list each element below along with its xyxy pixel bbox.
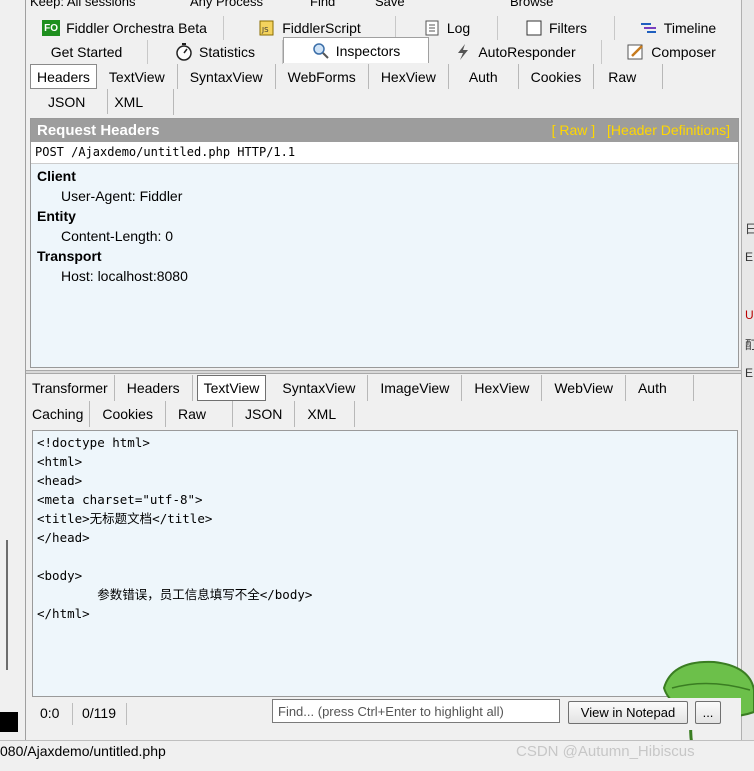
view-in-notepad-button[interactable]: View in Notepad bbox=[568, 701, 688, 724]
req-tab-json[interactable]: JSON bbox=[26, 89, 109, 114]
request-headers-panel: Request Headers [ Raw ] [Header Definiti… bbox=[30, 118, 739, 368]
tab-inspectors[interactable]: Inspectors bbox=[283, 37, 429, 63]
req-tab-webforms[interactable]: WebForms bbox=[276, 64, 369, 89]
browse-toolbar-button[interactable]: Browse bbox=[510, 0, 553, 9]
resp-tab-cookies[interactable]: Cookies bbox=[90, 401, 166, 427]
req-tab-headers[interactable]: Headers bbox=[30, 64, 97, 89]
svg-text:JS: JS bbox=[261, 26, 269, 34]
header-definitions-link[interactable]: [Header Definitions] bbox=[607, 122, 730, 138]
tab-label: Filters bbox=[548, 20, 588, 36]
resp-tab-textview[interactable]: TextView bbox=[196, 375, 267, 401]
req-tab-auth[interactable]: Auth bbox=[449, 64, 519, 89]
tab-statistics[interactable]: Statistics bbox=[148, 40, 283, 64]
edge-text: 日 bbox=[745, 222, 754, 236]
status-url: 080/Ajaxdemo/untitled.php bbox=[0, 743, 166, 759]
resp-tab-hexview[interactable]: HexView bbox=[462, 375, 543, 401]
req-tab-raw[interactable]: Raw bbox=[594, 64, 664, 89]
resp-tab-raw[interactable]: Raw bbox=[166, 401, 233, 427]
req-tab-textview[interactable]: TextView bbox=[97, 64, 178, 89]
resp-tab-xml[interactable]: XML bbox=[295, 401, 356, 427]
tab-label: Fiddler Orchestra Beta bbox=[66, 20, 207, 36]
request-headers-title-bar: Request Headers [ Raw ] [Header Definiti… bbox=[31, 119, 738, 142]
top-toolbar: Keep: All sessions Any Process Find Save… bbox=[0, 0, 754, 10]
find-toolbar-button[interactable]: Find bbox=[310, 0, 335, 9]
inspector-icon bbox=[312, 42, 330, 59]
resp-tab-syntaxview[interactable]: SyntaxView bbox=[270, 375, 369, 401]
header-item[interactable]: User-Agent: Fiddler bbox=[37, 186, 732, 206]
tab-label: Timeline bbox=[663, 20, 717, 36]
header-group-client[interactable]: Client bbox=[37, 166, 732, 186]
stopwatch-icon bbox=[175, 43, 193, 61]
request-line: POST /Ajaxdemo/untitled.php HTTP/1.1 bbox=[31, 142, 738, 164]
tab-composer[interactable]: Composer bbox=[602, 40, 741, 64]
panel-splitter[interactable] bbox=[26, 370, 741, 374]
resp-tab-webview[interactable]: WebView bbox=[542, 375, 626, 401]
header-group-entity[interactable]: Entity bbox=[37, 206, 732, 226]
log-icon bbox=[423, 20, 441, 36]
fiddler-orchestra-icon: FO bbox=[42, 20, 61, 36]
pencil-icon bbox=[627, 44, 645, 60]
more-options-button[interactable]: ... bbox=[695, 701, 721, 724]
script-icon: JS bbox=[258, 20, 276, 36]
tab-timeline[interactable]: Timeline bbox=[615, 16, 741, 40]
resp-tab-transformer[interactable]: Transformer bbox=[26, 375, 115, 401]
watermark: CSDN @Autumn_Hibiscus bbox=[516, 743, 695, 760]
any-process-button[interactable]: Any Process bbox=[190, 0, 263, 9]
resp-tab-json[interactable]: JSON bbox=[233, 401, 296, 427]
main-tabs-row-2: Get Started Statistics Inspectors AutoRe… bbox=[26, 37, 741, 64]
resp-tab-imageview[interactable]: ImageView bbox=[368, 375, 463, 401]
tab-label: FiddlerScript bbox=[282, 20, 361, 36]
req-tab-hexview[interactable]: HexView bbox=[369, 64, 449, 89]
response-inspector-tabs: Transformer Headers TextView SyntaxView … bbox=[26, 375, 741, 427]
edge-text: E bbox=[745, 366, 754, 380]
resp-tab-headers[interactable]: Headers bbox=[115, 375, 193, 401]
req-tab-syntaxview[interactable]: SyntaxView bbox=[178, 64, 276, 89]
tab-filters[interactable]: Filters bbox=[498, 16, 615, 40]
checkbox-icon bbox=[525, 20, 543, 36]
cursor-position: 0:0 bbox=[40, 705, 60, 721]
find-input[interactable] bbox=[272, 699, 560, 723]
header-item[interactable]: Host: localhost:8080 bbox=[37, 266, 732, 286]
tab-label: AutoResponder bbox=[478, 44, 576, 60]
response-textview[interactable]: <!doctype html> <html> <head> <meta char… bbox=[32, 430, 738, 697]
req-tab-cookies[interactable]: Cookies bbox=[519, 64, 595, 89]
tab-get-started[interactable]: Get Started bbox=[26, 40, 148, 64]
session-scrollbar[interactable] bbox=[6, 540, 8, 670]
session-list-marker bbox=[0, 712, 18, 732]
edge-text: E bbox=[745, 250, 754, 264]
request-headers-title: Request Headers bbox=[37, 122, 160, 139]
resp-tab-caching[interactable]: Caching bbox=[26, 401, 91, 427]
session-list-edge bbox=[0, 0, 26, 771]
raw-link[interactable]: [ Raw ] bbox=[552, 122, 596, 138]
header-tree: Client User-Agent: Fiddler Entity Conten… bbox=[31, 164, 738, 288]
tab-fiddler-orchestra[interactable]: FO Fiddler Orchestra Beta bbox=[26, 16, 224, 40]
divider bbox=[72, 703, 73, 725]
request-inspector-tabs: Headers TextView SyntaxView WebForms Hex… bbox=[26, 64, 741, 115]
textview-footer: 0:0 0/119 View in Notepad ... bbox=[26, 698, 741, 730]
header-group-transport[interactable]: Transport bbox=[37, 246, 732, 266]
save-toolbar-button[interactable]: Save bbox=[375, 0, 405, 9]
req-tab-xml[interactable]: XML bbox=[108, 89, 175, 115]
tab-label: Composer bbox=[651, 44, 716, 60]
tab-label: Get Started bbox=[50, 44, 123, 60]
edge-text: 酊 bbox=[745, 338, 754, 352]
tab-label: Log bbox=[446, 20, 471, 36]
char-count: 0/119 bbox=[82, 705, 116, 721]
lightning-icon bbox=[454, 44, 472, 60]
header-item[interactable]: Content-Length: 0 bbox=[37, 226, 732, 246]
divider bbox=[126, 703, 127, 725]
tab-label: Inspectors bbox=[335, 42, 401, 59]
tab-autoresponder[interactable]: AutoResponder bbox=[429, 40, 602, 64]
edge-text: U bbox=[745, 308, 754, 322]
timeline-icon bbox=[640, 20, 658, 36]
keep-sessions-dropdown[interactable]: Keep: All sessions bbox=[30, 0, 136, 9]
resp-tab-auth[interactable]: Auth bbox=[626, 375, 694, 401]
status-bar: 080/Ajaxdemo/untitled.php CSDN @Autumn_H… bbox=[0, 740, 754, 771]
tab-label: Statistics bbox=[198, 44, 255, 60]
